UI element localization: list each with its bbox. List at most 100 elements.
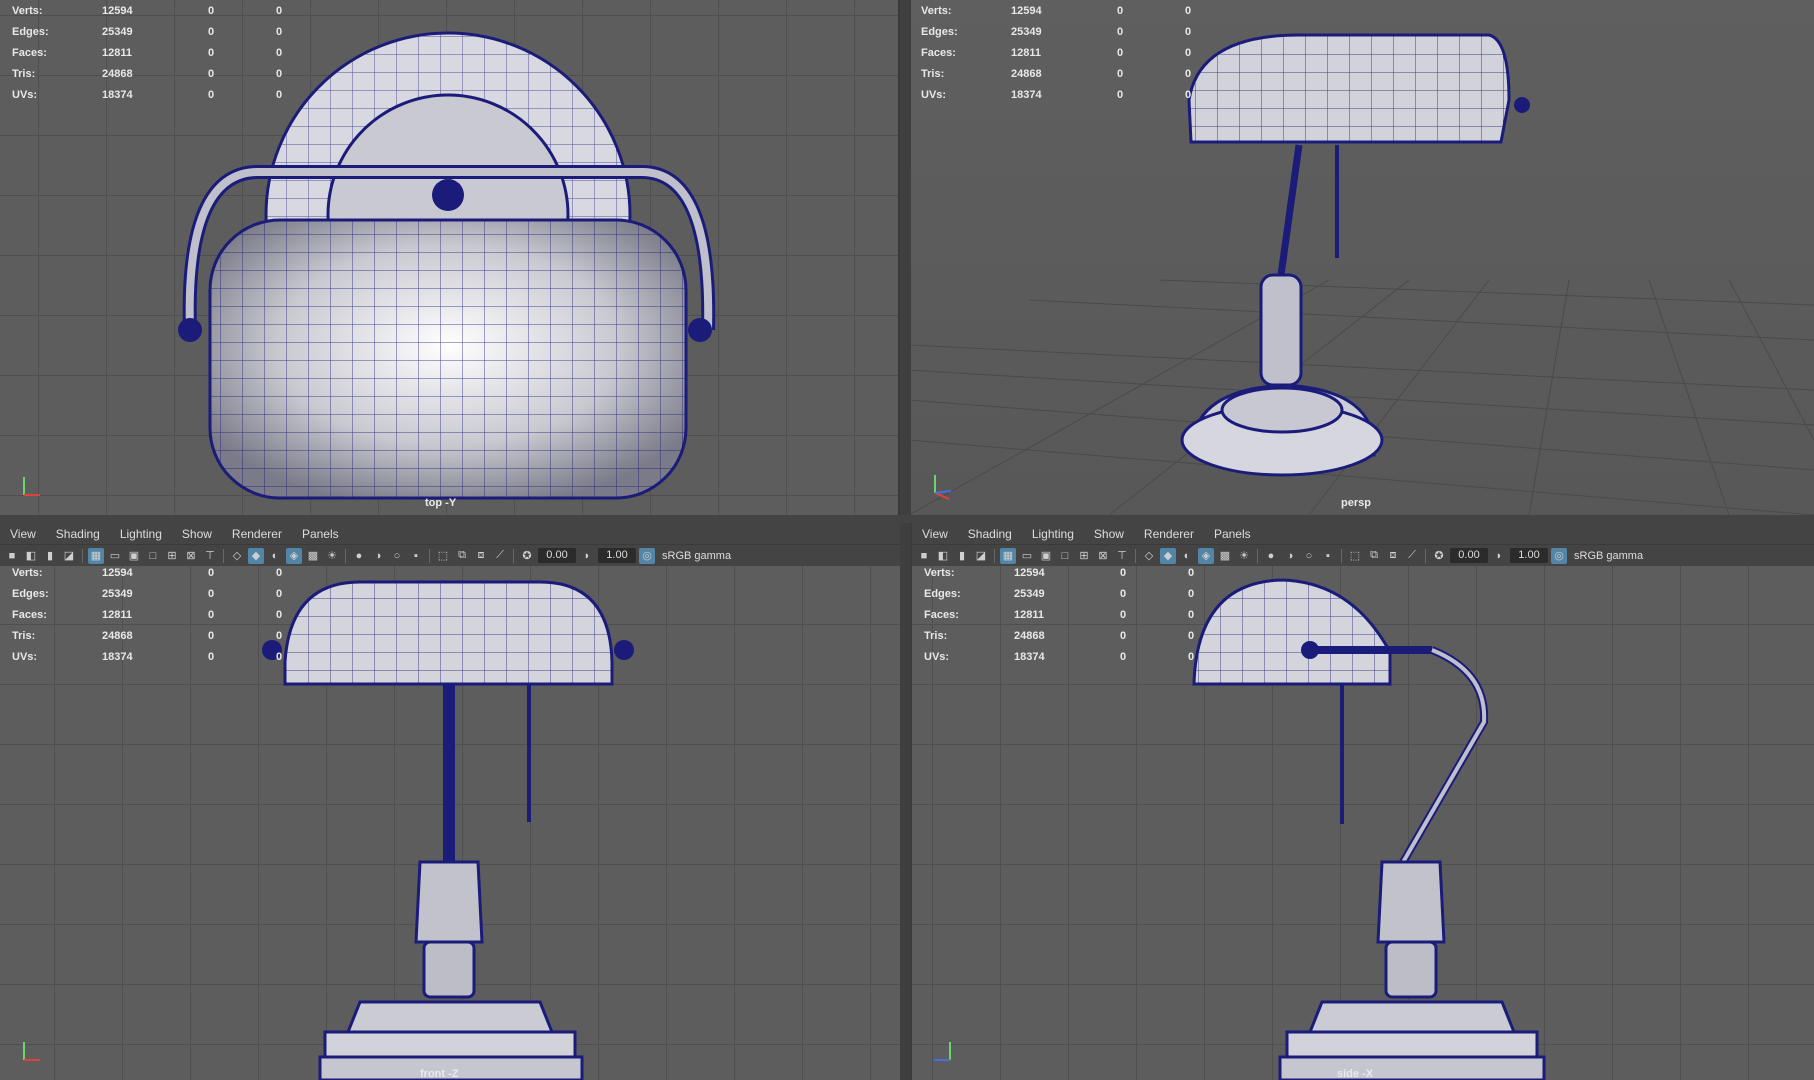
hud-row-faces: Faces: 12811 0 0 <box>924 608 1195 621</box>
viewport-side[interactable]: Verts: 12594 0 0 Edges: 25349 0 0 Faces: 12811 0… <box>912 562 1814 1080</box>
antialias-icon[interactable]: ▪ <box>408 548 424 564</box>
camera-label: top -Y <box>425 497 457 509</box>
gate-mask-icon[interactable]: □ <box>1057 548 1073 564</box>
xray-active-icon[interactable]: ⧈ <box>1385 548 1401 564</box>
safe-action-icon[interactable]: ⊠ <box>183 548 199 564</box>
bookmark-icon[interactable]: ▮ <box>954 548 970 564</box>
camera-label: side -X <box>1337 1068 1374 1080</box>
hud-row-tris: Tris: 24868 0 0 <box>921 67 1192 80</box>
hud-row-faces: Faces: 12811 0 0 <box>921 46 1192 59</box>
panel-toolbar-side: ■ ◧ ▮ ◪ ▦ ▭ ▣ □ ⊞ ⊠ ⊤ ◇ ◆ ◐ ◈ ▩ ☀ ● ◑ ○ … <box>912 544 1814 566</box>
field-chart-icon[interactable]: ⊞ <box>1076 548 1092 564</box>
menu-shading[interactable]: Shading <box>46 527 110 541</box>
xray-joints-icon[interactable]: ⧉ <box>454 548 470 564</box>
image-plane-icon[interactable]: ◪ <box>973 548 989 564</box>
color-space-label[interactable]: sRGB gamma <box>662 550 731 562</box>
xray-icon[interactable]: ▩ <box>1217 548 1233 564</box>
gamma-field[interactable]: 1.00 <box>1510 548 1548 563</box>
axis-gizmo-icon <box>934 475 952 500</box>
camera-icon[interactable]: ■ <box>4 548 20 564</box>
wireframe-on-shaded-icon[interactable]: ◈ <box>1198 547 1214 564</box>
viewport-persp[interactable]: Verts: 12594 0 0 Edges: 25349 0 0 Faces: 12811 0… <box>909 0 1814 515</box>
default-material-icon[interactable]: ◐ <box>267 548 283 564</box>
wireframe-icon[interactable]: ◇ <box>229 548 245 564</box>
ssao-icon[interactable]: ◑ <box>1282 548 1298 564</box>
hud-row-uvs: UVs: 18374 0 0 <box>12 88 283 101</box>
menu-panels[interactable]: Panels <box>292 527 349 541</box>
viewport-front[interactable]: Verts: 12594 0 0 Edges: 25349 0 0 Faces: 12811 0… <box>0 562 900 1080</box>
xray-joints-icon[interactable]: ⧉ <box>1366 548 1382 564</box>
backface-icon[interactable]: ⟋ <box>1404 548 1420 564</box>
gamma-icon[interactable]: ◗ <box>579 548 595 564</box>
menu-view[interactable]: View <box>0 527 46 541</box>
menu-show[interactable]: Show <box>172 527 222 541</box>
grid-icon[interactable]: ▦ <box>88 547 104 564</box>
isolate-select-icon[interactable]: ⬚ <box>435 548 451 564</box>
backface-icon[interactable]: ⟋ <box>492 548 508 564</box>
film-gate-icon[interactable]: ▭ <box>107 548 123 564</box>
panel-menubar-front: View Shading Lighting Show Renderer Pane… <box>0 523 900 544</box>
smooth-shade-icon[interactable]: ◆ <box>1160 547 1176 564</box>
isolate-select-icon[interactable]: ⬚ <box>1347 548 1363 564</box>
bookmark-icon[interactable]: ▮ <box>42 548 58 564</box>
menu-show[interactable]: Show <box>1084 527 1134 541</box>
hud-row-edges: Edges: 25349 0 0 <box>921 25 1192 38</box>
panel-divider-horizontal[interactable] <box>0 515 1814 523</box>
smooth-shade-icon[interactable]: ◆ <box>248 547 264 564</box>
resolution-gate-icon[interactable]: ▣ <box>1038 548 1054 564</box>
color-space-label[interactable]: sRGB gamma <box>1574 550 1643 562</box>
color-management-icon[interactable]: ◎ <box>639 547 655 564</box>
safe-action-icon[interactable]: ⊠ <box>1095 548 1111 564</box>
antialias-icon[interactable]: ▪ <box>1320 548 1336 564</box>
xray-icon[interactable]: ▩ <box>305 548 321 564</box>
exposure-field[interactable]: 0.00 <box>1450 548 1488 563</box>
resolution-gate-icon[interactable]: ▣ <box>126 548 142 564</box>
color-management-icon[interactable]: ◎ <box>1551 547 1567 564</box>
hud-row-verts: Verts: 12594 0 0 <box>12 4 283 17</box>
menu-lighting[interactable]: Lighting <box>1022 527 1084 541</box>
hud-row-tris: Tris: 24868 0 0 <box>12 629 283 642</box>
hud-row-edges: Edges: 25349 0 0 <box>12 25 283 38</box>
safe-title-icon[interactable]: ⊤ <box>1114 548 1130 564</box>
motion-blur-icon[interactable]: ○ <box>1301 548 1317 564</box>
axis-gizmo-icon <box>934 1042 951 1061</box>
grid-icon[interactable]: ▦ <box>1000 547 1016 564</box>
shadows-icon[interactable]: ● <box>1263 548 1279 564</box>
camera-label: front -Z <box>420 1068 459 1080</box>
hud-row-faces: Faces: 12811 0 0 <box>12 608 283 621</box>
camera-attr-icon[interactable]: ◧ <box>935 548 951 564</box>
xray-active-icon[interactable]: ⧈ <box>473 548 489 564</box>
film-gate-icon[interactable]: ▭ <box>1019 548 1035 564</box>
hud-row-verts: Verts: 12594 0 0 <box>921 4 1192 17</box>
gate-mask-icon[interactable]: □ <box>145 548 161 564</box>
gamma-icon[interactable]: ◗ <box>1491 548 1507 564</box>
wireframe-icon[interactable]: ◇ <box>1141 548 1157 564</box>
camera-attr-icon[interactable]: ◧ <box>23 548 39 564</box>
field-chart-icon[interactable]: ⊞ <box>164 548 180 564</box>
use-lights-icon[interactable]: ☀ <box>1236 548 1252 564</box>
hud-row-uvs: UVs: 18374 0 0 <box>12 650 283 663</box>
camera-icon[interactable]: ■ <box>916 548 932 564</box>
menu-lighting[interactable]: Lighting <box>110 527 172 541</box>
exposure-field[interactable]: 0.00 <box>538 548 576 563</box>
exposure-icon[interactable]: ✪ <box>1431 548 1447 564</box>
menu-renderer[interactable]: Renderer <box>222 527 292 541</box>
ssao-icon[interactable]: ◑ <box>370 548 386 564</box>
menu-view[interactable]: View <box>912 527 958 541</box>
gamma-field[interactable]: 1.00 <box>598 548 636 563</box>
motion-blur-icon[interactable]: ○ <box>389 548 405 564</box>
default-material-icon[interactable]: ◐ <box>1179 548 1195 564</box>
shadows-icon[interactable]: ● <box>351 548 367 564</box>
wireframe-on-shaded-icon[interactable]: ◈ <box>286 547 302 564</box>
image-plane-icon[interactable]: ◪ <box>61 548 77 564</box>
menu-shading[interactable]: Shading <box>958 527 1022 541</box>
viewport-top[interactable]: Verts: 12594 0 0 Edges: 25349 0 0 Faces: 12811 0… <box>0 0 898 515</box>
menu-panels[interactable]: Panels <box>1204 527 1261 541</box>
camera-label: persp <box>1341 497 1371 509</box>
safe-title-icon[interactable]: ⊤ <box>202 548 218 564</box>
exposure-icon[interactable]: ✪ <box>519 548 535 564</box>
menu-renderer[interactable]: Renderer <box>1134 527 1204 541</box>
panel-divider-vertical[interactable] <box>900 0 911 1080</box>
hud-row-edges: Edges: 25349 0 0 <box>924 587 1195 600</box>
use-lights-icon[interactable]: ☀ <box>324 548 340 564</box>
